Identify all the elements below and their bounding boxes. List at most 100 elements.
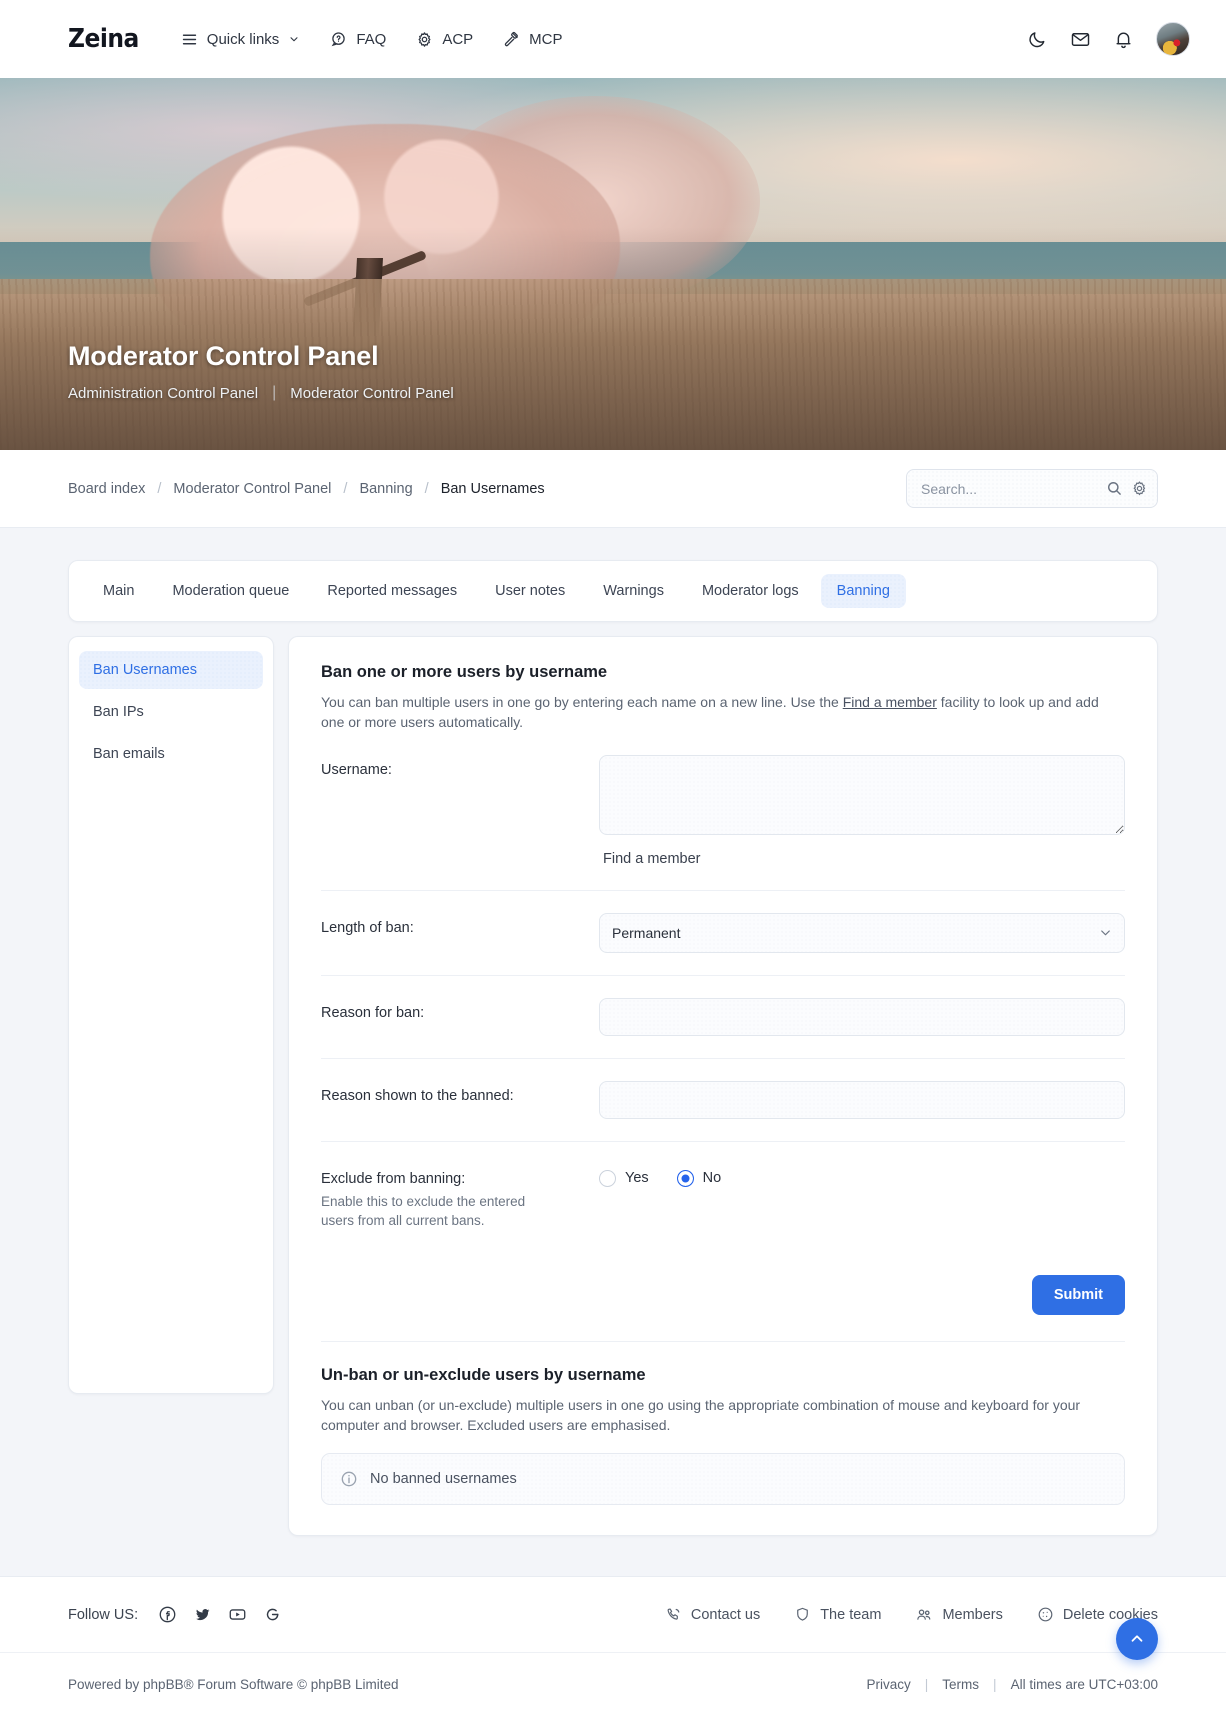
tab-reported-messages[interactable]: Reported messages — [311, 574, 473, 608]
footer-link-contact-us[interactable]: Contact us — [665, 1606, 760, 1623]
hero-sub-separator: | — [272, 384, 277, 401]
google-icon[interactable] — [263, 1605, 282, 1624]
no-banned-usernames-notice: No banned usernames — [321, 1453, 1125, 1506]
magnifier-icon[interactable] — [1102, 480, 1127, 497]
hero-banner: Moderator Control Panel Administration C… — [0, 78, 1226, 450]
shield-icon — [794, 1606, 811, 1623]
find-a-member-link-inline[interactable]: Find a member — [843, 694, 937, 710]
nav-faq-label: FAQ — [356, 30, 387, 48]
back-to-top-button[interactable] — [1116, 1618, 1158, 1661]
ban-username-form-panel: Ban one or more users by username You ca… — [288, 636, 1158, 1537]
breadcrumb-separator: / — [343, 480, 348, 497]
search-options-gear-icon[interactable] — [1127, 480, 1152, 497]
no-banned-usernames-text: No banned usernames — [370, 1471, 517, 1488]
footer-separator: | — [993, 1677, 997, 1693]
exclude-radio-yes[interactable]: Yes — [599, 1169, 649, 1187]
username-control: Find a member — [599, 754, 1125, 868]
reason-for-ban-label: Reason for ban: — [321, 1004, 425, 1021]
find-a-member-button[interactable]: Find a member — [603, 851, 701, 867]
exclude-radio-no[interactable]: No — [676, 1169, 722, 1187]
tab-main[interactable]: Main — [87, 574, 150, 608]
footer-bottom-row: Powered by phpBB® Forum Software © phpBB… — [0, 1653, 1226, 1722]
nav-faq[interactable]: FAQ — [330, 31, 386, 48]
dark-mode-moon-icon[interactable] — [1027, 29, 1048, 50]
breadcrumb-item-ban-usernames: Ban Usernames — [440, 480, 545, 497]
nav-acp[interactable]: ACP — [416, 31, 473, 48]
footer-timezone: All times are UTC+03:00 — [1010, 1677, 1158, 1693]
unban-section: Un-ban or un-exclude users by username Y… — [321, 1340, 1125, 1506]
footer-link-members-label: Members — [942, 1606, 1003, 1623]
length-of-ban-select[interactable]: Permanent — [599, 912, 1125, 953]
messages-envelope-icon[interactable] — [1070, 29, 1091, 50]
breadcrumb-item-banning[interactable]: Banning — [359, 481, 412, 497]
footer-links: Contact us The team Members Delete cooki… — [665, 1606, 1158, 1624]
content-columns: Ban Usernames Ban IPs Ban emails Ban one… — [68, 636, 1158, 1537]
footer-copyright: Powered by phpBB® Forum Software © phpBB… — [68, 1677, 399, 1693]
field-row-reason-shown: Reason shown to the banned: — [321, 1059, 1125, 1142]
hero-link-acp[interactable]: Administration Control Panel — [68, 385, 258, 402]
tabs: Main Moderation queue Reported messages … — [87, 574, 1139, 608]
reason-for-ban-input[interactable] — [599, 997, 1125, 1036]
avatar[interactable] — [1156, 22, 1190, 56]
form-actions: Submit — [321, 1253, 1125, 1341]
sidebar-item-ban-emails[interactable]: Ban emails — [79, 735, 263, 773]
username-textarea[interactable] — [599, 754, 1125, 835]
exclude-radio-group: Yes No — [599, 1164, 1125, 1187]
nav-mcp-label: MCP — [529, 30, 563, 48]
exclude-radio-no-label: No — [702, 1170, 722, 1187]
length-of-ban-label: Length of ban: — [321, 919, 414, 936]
nav-mcp[interactable]: MCP — [503, 30, 563, 48]
reason-shown-input[interactable] — [599, 1080, 1125, 1119]
breadcrumb-item-board-index[interactable]: Board index — [68, 481, 145, 497]
length-label-wrap: Length of ban: — [321, 913, 599, 936]
footer-link-the-team[interactable]: The team — [794, 1606, 881, 1623]
follow-us-group: Follow US: — [68, 1605, 282, 1624]
tab-banning[interactable]: Banning — [820, 574, 906, 608]
search-bar — [906, 469, 1158, 508]
reason-label-wrap: Reason for ban: — [321, 998, 599, 1021]
unban-section-description: You can unban (or un-exclude) multiple u… — [321, 1396, 1081, 1434]
footer-link-terms[interactable]: Terms — [942, 1677, 979, 1692]
submit-button[interactable]: Submit — [1031, 1274, 1125, 1315]
sidebar-item-ban-ips[interactable]: Ban IPs — [79, 693, 263, 731]
sidebar-item-ban-usernames[interactable]: Ban Usernames — [79, 651, 263, 689]
reason-shown-control — [599, 1080, 1125, 1119]
radio-dot-unselected — [599, 1169, 616, 1187]
footer-top-row: Follow US: Contact us The team Members D… — [0, 1577, 1226, 1654]
username-label-wrap: Username: — [321, 755, 599, 778]
notifications-bell-icon[interactable] — [1113, 29, 1134, 50]
footer-link-contact-us-label: Contact us — [690, 1606, 761, 1623]
reason-control — [599, 997, 1125, 1036]
tab-moderation-queue[interactable]: Moderation queue — [156, 574, 305, 608]
top-navigation-bar: Zeina Quick links FAQ ACP MCP — [0, 0, 1226, 78]
form-section-title: Ban one or more users by username — [321, 663, 608, 681]
site-logo[interactable]: Zeina — [68, 24, 139, 54]
field-row-reason-for-ban: Reason for ban: — [321, 976, 1125, 1059]
youtube-icon[interactable] — [228, 1605, 247, 1624]
gear-icon — [416, 31, 433, 48]
footer-link-privacy[interactable]: Privacy — [867, 1677, 911, 1692]
breadcrumb-separator: / — [424, 480, 429, 497]
field-row-length-of-ban: Length of ban: Permanent — [321, 891, 1125, 976]
twitter-icon[interactable] — [193, 1605, 212, 1624]
tab-warnings[interactable]: Warnings — [587, 574, 680, 608]
footer-link-members[interactable]: Members — [915, 1606, 1003, 1624]
reason-shown-label-wrap: Reason shown to the banned: — [321, 1081, 599, 1104]
main-content: Main Moderation queue Reported messages … — [0, 528, 1226, 1537]
banning-sidebar: Ban Usernames Ban IPs Ban emails — [68, 636, 274, 1394]
tab-user-notes[interactable]: User notes — [479, 574, 581, 608]
nav-quick-links-label: Quick links — [206, 30, 280, 48]
question-bubble-icon — [330, 31, 347, 48]
facebook-icon[interactable] — [158, 1605, 177, 1624]
exclude-control: Yes No — [599, 1164, 1125, 1187]
search-input[interactable] — [921, 480, 1102, 497]
tab-moderator-logs[interactable]: Moderator logs — [686, 574, 815, 608]
nav-quick-links[interactable]: Quick links — [181, 31, 301, 48]
cookie-icon — [1037, 1606, 1054, 1623]
breadcrumb-bar: Board index / Moderator Control Panel / … — [0, 450, 1226, 528]
page-title: Moderator Control Panel — [68, 341, 379, 371]
reason-shown-label: Reason shown to the banned: — [321, 1087, 514, 1104]
breadcrumb-item-mcp[interactable]: Moderator Control Panel — [173, 481, 331, 497]
unban-section-title: Un-ban or un-exclude users by username — [321, 1365, 646, 1384]
hero-link-mcp[interactable]: Moderator Control Panel — [290, 385, 453, 402]
